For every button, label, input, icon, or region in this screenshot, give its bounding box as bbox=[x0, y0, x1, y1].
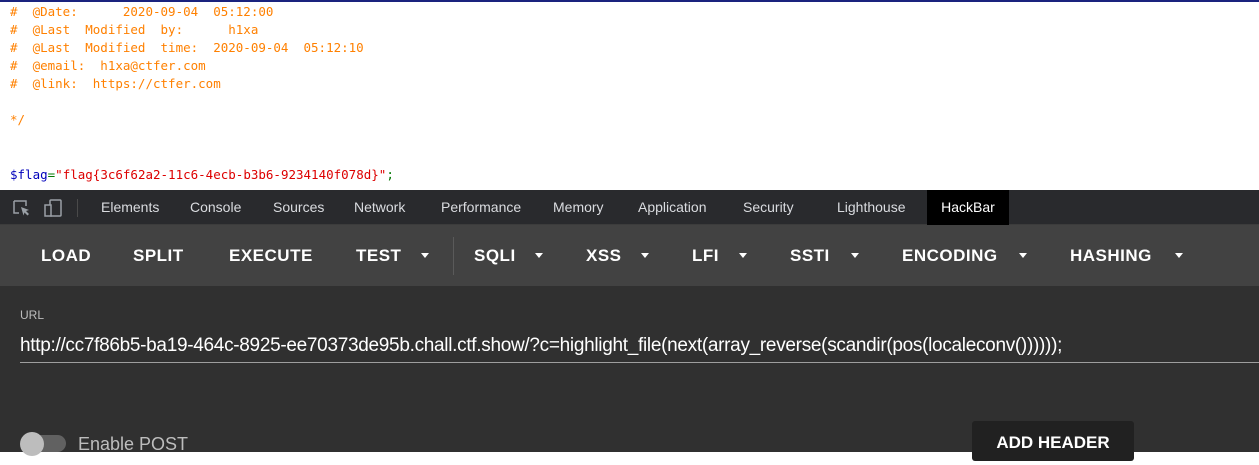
test-menu-button[interactable]: TEST bbox=[356, 225, 401, 286]
tab-application[interactable]: Application bbox=[628, 190, 717, 225]
chevron-down-icon[interactable] bbox=[421, 253, 429, 258]
ssti-menu-button[interactable]: SSTI bbox=[790, 225, 830, 286]
code-line: */ bbox=[10, 112, 26, 127]
chevron-down-icon[interactable] bbox=[851, 253, 859, 258]
load-button[interactable]: LOAD bbox=[41, 225, 91, 286]
tab-sources[interactable]: Sources bbox=[263, 190, 334, 225]
tab-memory[interactable]: Memory bbox=[543, 190, 614, 225]
flag-string: "flag{3c6f62a2-11c6-4ecb-b3b6-9234140f07… bbox=[55, 167, 387, 182]
tab-lighthouse[interactable]: Lighthouse bbox=[827, 190, 916, 225]
semicolon: ; bbox=[386, 167, 394, 182]
url-input[interactable] bbox=[20, 329, 1259, 363]
tab-elements[interactable]: Elements bbox=[91, 190, 169, 225]
code-line: # @email: h1xa@ctfer.com bbox=[10, 58, 206, 73]
chevron-down-icon[interactable] bbox=[739, 253, 747, 258]
url-label: URL bbox=[20, 308, 45, 322]
tab-divider bbox=[77, 199, 78, 217]
code-line: # @Last Modified time: 2020-09-04 05:12:… bbox=[10, 40, 364, 55]
tab-performance[interactable]: Performance bbox=[431, 190, 531, 225]
encoding-menu-button[interactable]: ENCODING bbox=[902, 225, 998, 286]
chevron-down-icon[interactable] bbox=[1019, 253, 1027, 258]
tab-console[interactable]: Console bbox=[180, 190, 251, 225]
sqli-menu-button[interactable]: SQLI bbox=[474, 225, 516, 286]
chevron-down-icon[interactable] bbox=[1175, 253, 1183, 258]
code-line: # @Last Modified by: h1xa bbox=[10, 22, 259, 37]
tab-network[interactable]: Network bbox=[344, 190, 415, 225]
split-button[interactable]: SPLIT bbox=[133, 225, 184, 286]
code-line: # @link: https://ctfer.com bbox=[10, 76, 221, 91]
flag-variable: $flag bbox=[10, 167, 48, 182]
chevron-down-icon[interactable] bbox=[641, 253, 649, 258]
flag-line: $flag="flag{3c6f62a2-11c6-4ecb-b3b6-9234… bbox=[10, 166, 394, 184]
hashing-menu-button[interactable]: HASHING bbox=[1070, 225, 1152, 286]
inspect-element-icon[interactable] bbox=[12, 199, 32, 217]
chevron-down-icon[interactable] bbox=[535, 253, 543, 258]
hackbar-toolbar: LOAD SPLIT EXECUTE TEST SQLI XSS LFI SST… bbox=[0, 225, 1259, 286]
toolbar-divider bbox=[453, 237, 454, 275]
lfi-menu-button[interactable]: LFI bbox=[692, 225, 719, 286]
add-header-button[interactable]: ADD HEADER bbox=[972, 421, 1134, 461]
device-toolbar-icon[interactable] bbox=[44, 199, 64, 217]
tab-hackbar[interactable]: HackBar bbox=[927, 190, 1009, 225]
xss-menu-button[interactable]: XSS bbox=[586, 225, 622, 286]
page-source-view: # @Date: 2020-09-04 05:12:00 # @Last Mod… bbox=[0, 0, 1259, 190]
code-line: # @Date: 2020-09-04 05:12:00 bbox=[10, 4, 274, 19]
tab-security[interactable]: Security bbox=[733, 190, 804, 225]
hackbar-body: URL Enable POST ADD HEADER bbox=[0, 286, 1259, 461]
execute-button[interactable]: EXECUTE bbox=[229, 225, 313, 286]
enable-post-toggle[interactable] bbox=[20, 432, 68, 456]
devtools-tab-bar: Elements Console Sources Network Perform… bbox=[0, 190, 1259, 225]
